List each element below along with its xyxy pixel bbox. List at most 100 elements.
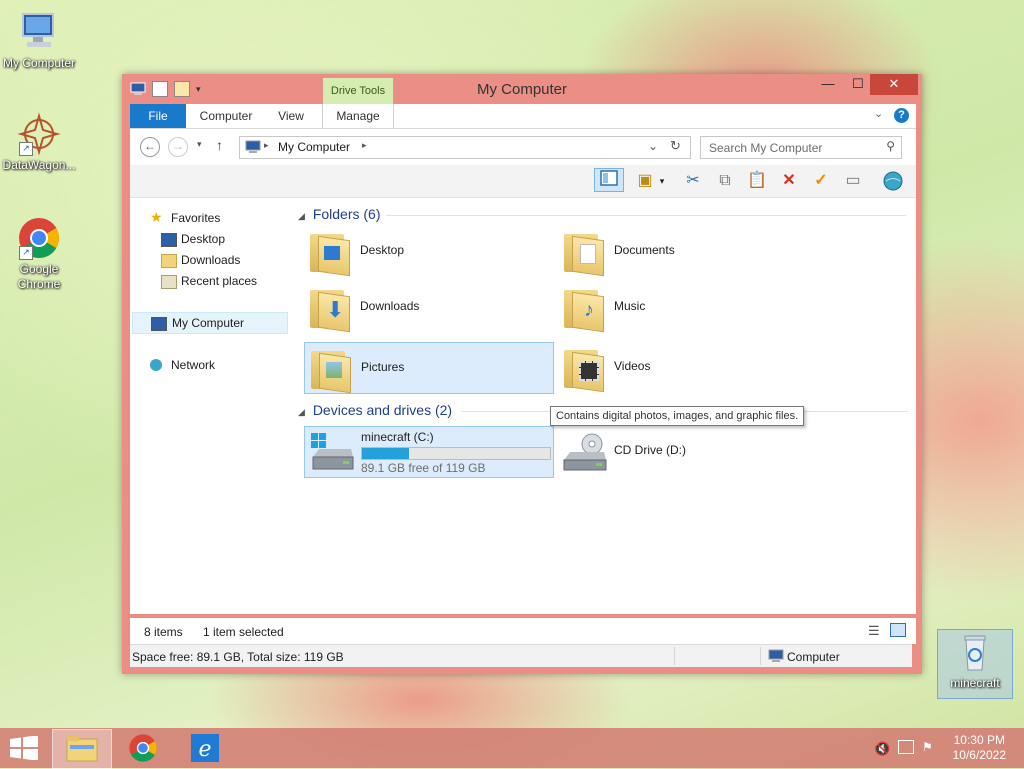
clock-time: 10:30 PM bbox=[953, 733, 1005, 747]
minimize-button[interactable]: — bbox=[814, 74, 842, 95]
drive-free-text: 89.1 GB free of 119 GB bbox=[361, 461, 486, 475]
folders-group-header[interactable]: ◢ Folders (6) bbox=[298, 204, 381, 224]
divider bbox=[386, 215, 906, 216]
music-folder-icon: ♪ bbox=[564, 286, 604, 333]
computer-icon bbox=[151, 317, 167, 331]
desktop-folder-icon bbox=[310, 230, 350, 277]
back-button[interactable]: ← bbox=[140, 137, 160, 157]
nav-item-recent-places[interactable]: Recent places bbox=[130, 271, 288, 291]
command-toolbar: ▣ ▾ ✂ ⧉ 📋 ✕ ✓ ▭ bbox=[130, 165, 916, 198]
devices-group-header[interactable]: ◢ Devices and drives (2) bbox=[298, 400, 452, 420]
address-dropdown-icon[interactable]: ⌄ bbox=[648, 139, 658, 153]
status-bar: 8 items 1 item selected ☰ bbox=[130, 618, 916, 644]
ribbon-tabs: File Computer View Manage ⌄ ? bbox=[130, 104, 916, 129]
taskbar-internet-explorer[interactable]: e bbox=[176, 729, 234, 767]
forward-button[interactable]: → bbox=[168, 137, 188, 157]
computer-icon bbox=[768, 649, 784, 662]
divider bbox=[674, 647, 675, 665]
delete-icon[interactable]: ✕ bbox=[778, 170, 800, 192]
internet-explorer-icon: e bbox=[191, 734, 219, 762]
recent-places-icon bbox=[161, 275, 177, 289]
paste-icon[interactable]: 📋 bbox=[746, 170, 768, 192]
cut-icon[interactable]: ✂ bbox=[682, 170, 704, 192]
network-status-icon[interactable] bbox=[898, 740, 914, 754]
navigation-pane: ★ Favorites Desktop Downloads Recent pla… bbox=[130, 198, 290, 614]
hard-drive-icon bbox=[309, 433, 355, 473]
desktop-icon-recycle-bin[interactable]: minecraft bbox=[937, 629, 1013, 699]
tab-view[interactable]: View bbox=[266, 104, 316, 128]
taskbar: e 🔇 ⚑ 10:30 PM 10/6/2022 bbox=[0, 728, 1024, 769]
desktop-icon-chrome[interactable]: ↗ Google Chrome bbox=[1, 216, 77, 292]
tab-file[interactable]: File bbox=[130, 104, 186, 128]
chrome-icon bbox=[129, 734, 157, 762]
tab-computer[interactable]: Computer bbox=[192, 104, 260, 128]
nav-item-downloads[interactable]: Downloads bbox=[130, 250, 288, 270]
location-label: Computer bbox=[787, 650, 840, 664]
help-icon[interactable]: ? bbox=[894, 108, 909, 123]
drive-tile-c[interactable]: minecraft (C:) 89.1 GB free of 119 GB bbox=[304, 426, 554, 478]
computer-icon bbox=[17, 10, 61, 54]
desktop-icon-datawagon[interactable]: ↗ DataWagon... bbox=[1, 112, 77, 173]
nav-item-network[interactable]: Network bbox=[130, 355, 288, 375]
start-button[interactable] bbox=[0, 729, 48, 767]
recent-locations-icon[interactable]: ▾ bbox=[197, 139, 202, 150]
close-button[interactable]: ✕ bbox=[870, 74, 918, 95]
address-bar[interactable]: ▸ My Computer ▸ ⌄ ↻ bbox=[239, 136, 691, 159]
volume-muted-icon[interactable]: 🔇 bbox=[874, 741, 890, 757]
drive-usage-fill bbox=[362, 448, 409, 459]
search-box[interactable]: Search My Computer ⚲ bbox=[700, 136, 902, 159]
shortcut-arrow-icon: ↗ bbox=[19, 246, 33, 260]
network-globe-icon[interactable] bbox=[882, 170, 904, 192]
desktop-icon-my-computer[interactable]: My Computer bbox=[1, 10, 77, 71]
select-dropdown-icon[interactable]: ▾ bbox=[656, 170, 668, 192]
search-input[interactable]: Search My Computer bbox=[709, 141, 822, 155]
breadcrumb-separator-icon: ▸ bbox=[362, 140, 367, 150]
address-computer-icon bbox=[245, 140, 261, 153]
desktop-icon-label: Google Chrome bbox=[17, 262, 61, 291]
folder-tile-downloads[interactable]: ⬇ Downloads bbox=[304, 282, 552, 333]
copy-icon[interactable]: ⧉ bbox=[714, 170, 736, 192]
window-title: My Computer bbox=[476, 81, 568, 98]
selection-count: 1 item selected bbox=[203, 625, 284, 639]
rename-icon[interactable]: ▭ bbox=[842, 170, 864, 192]
preview-pane-icon[interactable] bbox=[594, 168, 624, 192]
datawagon-icon: ↗ bbox=[17, 112, 61, 156]
pictures-folder-icon bbox=[311, 347, 351, 394]
refresh-icon[interactable]: ↻ bbox=[670, 138, 681, 154]
taskbar-file-explorer[interactable] bbox=[52, 729, 112, 769]
space-info: Space free: 89.1 GB, Total size: 119 GB bbox=[132, 650, 344, 664]
checkmark-icon[interactable]: ✓ bbox=[810, 170, 832, 192]
nav-item-my-computer[interactable]: My Computer bbox=[132, 312, 288, 334]
folder-tile-pictures[interactable]: Pictures bbox=[304, 342, 554, 394]
folder-tile-desktop[interactable]: Desktop bbox=[304, 226, 552, 277]
star-icon: ★ bbox=[150, 209, 163, 225]
search-icon: ⚲ bbox=[886, 139, 895, 153]
folder-tile-music[interactable]: ♪ Music bbox=[558, 282, 806, 333]
folder-tile-videos[interactable]: Videos bbox=[558, 342, 806, 393]
details-view-icon[interactable]: ☰ bbox=[868, 623, 880, 639]
nav-favorites[interactable]: ★ Favorites bbox=[130, 208, 288, 228]
downloads-folder-icon: ⬇ bbox=[310, 286, 350, 333]
drive-tile-d[interactable]: CD Drive (D:) bbox=[558, 426, 806, 476]
cd-drive-icon bbox=[562, 432, 608, 472]
recycle-bin-icon bbox=[953, 630, 997, 674]
drive-name: minecraft (C:) bbox=[361, 430, 434, 444]
nav-item-desktop[interactable]: Desktop bbox=[130, 229, 288, 249]
collapse-arrow-icon: ◢ bbox=[298, 211, 305, 221]
up-button[interactable]: ↑ bbox=[216, 137, 223, 153]
title-bar[interactable]: ▾ Drive Tools My Computer — ☐ ✕ bbox=[122, 74, 922, 104]
address-row: ← → ▾ ↑ ▸ My Computer ▸ ⌄ ↻ Search My Co… bbox=[130, 129, 916, 165]
breadcrumb-my-computer[interactable]: My Computer bbox=[278, 140, 350, 154]
action-center-icon[interactable]: ⚑ bbox=[922, 740, 933, 754]
folder-tile-documents[interactable]: Documents bbox=[558, 226, 806, 277]
content-tiles: Desktop Documents ⬇ Downloads ♪ Music Pi… bbox=[298, 226, 908, 486]
system-clock[interactable]: 10:30 PM 10/6/2022 bbox=[953, 733, 1006, 763]
maximize-button[interactable]: ☐ bbox=[844, 74, 872, 95]
collapse-ribbon-icon[interactable]: ⌄ bbox=[874, 107, 883, 120]
select-icon[interactable]: ▣ bbox=[634, 170, 656, 192]
large-icons-view-icon[interactable] bbox=[890, 623, 906, 637]
tab-manage[interactable]: Manage bbox=[322, 104, 394, 128]
details-bar: Space free: 89.1 GB, Total size: 119 GB … bbox=[130, 644, 912, 667]
item-count: 8 items bbox=[144, 625, 183, 639]
taskbar-chrome[interactable] bbox=[114, 729, 172, 767]
